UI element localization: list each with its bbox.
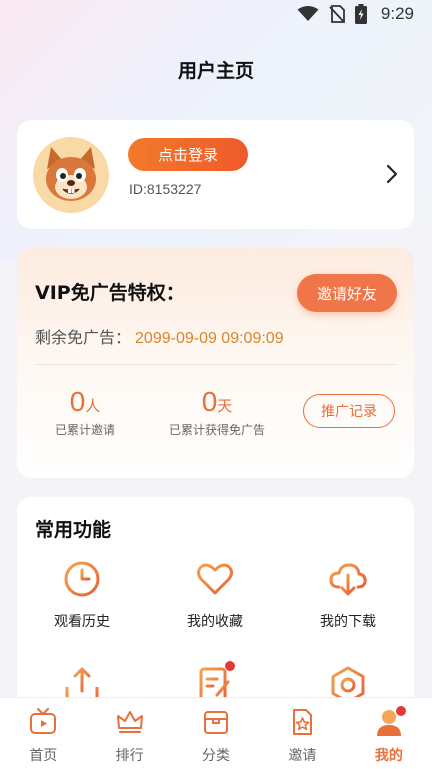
chevron-right-icon[interactable] — [386, 164, 398, 184]
notification-dot — [395, 706, 406, 716]
promotion-record-button[interactable]: 推广记录 — [303, 394, 395, 428]
profile-card[interactable]: 点击登录 ID:8153227 — [17, 120, 414, 229]
remaining-ad-free: 剩余免广告： 2099-09-09 09:09:09 — [35, 324, 284, 348]
tab-ranking[interactable]: 排行 — [86, 698, 172, 769]
vip-card: VIP免广告特权： 邀请好友 剩余免广告： 2099-09-09 09:09:09… — [17, 248, 414, 478]
favorites-label: 我的收藏 — [187, 614, 243, 630]
tab-ranking-label: 排行 — [115, 748, 144, 764]
days-count: 0 — [201, 386, 218, 417]
user-id: ID:8153227 — [129, 181, 202, 197]
star-card-icon — [293, 709, 313, 735]
tab-mine[interactable]: 我的 — [346, 698, 432, 769]
tab-mine-label: 我的 — [374, 748, 403, 764]
vip-title: VIP免广告特权： — [35, 282, 185, 304]
remaining-label: 剩余免广告： — [35, 328, 132, 347]
downloads-label: 我的下载 — [320, 614, 376, 630]
notification-dot — [225, 661, 235, 671]
divider — [35, 364, 396, 365]
watch-history-item[interactable]: 观看历史 — [27, 559, 137, 631]
days-label: 已累计获得免广告 — [168, 423, 265, 437]
tab-category[interactable]: 分类 — [173, 698, 259, 769]
days-unit: 天 — [217, 397, 233, 415]
invited-unit: 人 — [85, 397, 101, 415]
clock-icon — [64, 561, 100, 597]
tab-invite[interactable]: 邀请 — [259, 698, 345, 769]
functions-title: 常用功能 — [35, 519, 112, 541]
box-icon — [204, 711, 229, 734]
avatar[interactable] — [33, 137, 109, 213]
common-functions-card: 常用功能 观看历史 我的收藏 我的下载 — [17, 497, 414, 727]
heart-icon — [197, 563, 233, 595]
tab-invite-label: 邀请 — [288, 748, 317, 764]
crown-icon — [116, 711, 143, 733]
invited-count: 0 — [69, 386, 86, 417]
page-title: 用户主页 — [177, 60, 254, 82]
remaining-value: 2099-09-09 09:09:09 — [135, 330, 284, 347]
wifi-icon — [297, 6, 319, 21]
bottom-tab-bar: 首页 排行 分类 邀请 我的 — [0, 697, 432, 769]
ad-free-days-stat: 0天 已累计获得免广告 — [157, 386, 277, 438]
tab-home[interactable]: 首页 — [0, 698, 86, 769]
status-time: 9:29 — [380, 4, 414, 23]
tab-category-label: 分类 — [202, 748, 231, 764]
login-button[interactable]: 点击登录 — [128, 138, 248, 171]
chipmunk-avatar-icon — [46, 147, 96, 201]
battery-charging-icon — [354, 4, 367, 24]
watch-history-label: 观看历史 — [54, 614, 110, 630]
status-bar: 9:29 — [0, 0, 432, 28]
no-sim-icon — [329, 5, 345, 23]
invited-label: 已累计邀请 — [54, 423, 115, 437]
tv-icon — [30, 708, 57, 734]
invite-friends-button[interactable]: 邀请好友 — [297, 274, 397, 312]
invited-stat: 0人 已累计邀请 — [45, 386, 125, 438]
cloud-download-icon — [329, 563, 367, 596]
downloads-item[interactable]: 我的下载 — [293, 559, 403, 631]
favorites-item[interactable]: 我的收藏 — [160, 559, 270, 631]
tab-home-label: 首页 — [29, 748, 58, 764]
